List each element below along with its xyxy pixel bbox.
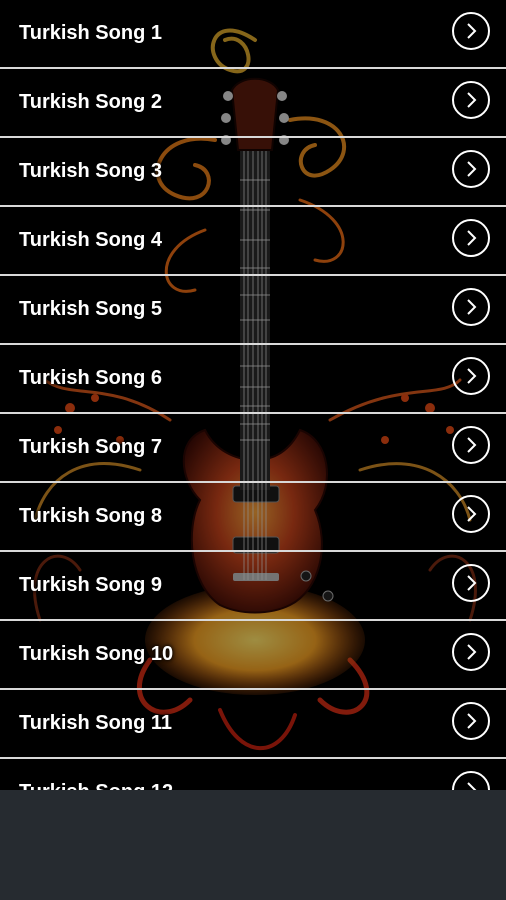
song-title: Turkish Song 6	[19, 367, 162, 389]
chevron-right-circle-icon[interactable]	[452, 771, 490, 790]
chevron-right-circle-icon[interactable]	[452, 81, 490, 119]
app-screen: Turkish Song 1 Turkish Song 2 Turkish So…	[0, 0, 506, 900]
chevron-right-circle-icon[interactable]	[452, 288, 490, 326]
song-title: Turkish Song 11	[19, 712, 172, 734]
song-title: Turkish Song 9	[19, 574, 162, 596]
list-item[interactable]: Turkish Song 7	[0, 414, 506, 483]
list-item[interactable]: Turkish Song 2	[0, 69, 506, 138]
list-item[interactable]: Turkish Song 11	[0, 690, 506, 759]
list-item[interactable]: Turkish Song 12	[0, 759, 506, 790]
song-title: Turkish Song 12	[19, 759, 173, 790]
song-title: Turkish Song 4	[19, 229, 162, 251]
chevron-right-circle-icon[interactable]	[452, 150, 490, 188]
song-title: Turkish Song 8	[19, 505, 162, 527]
chevron-right-circle-icon[interactable]	[452, 426, 490, 464]
list-item[interactable]: Turkish Song 1	[0, 0, 506, 69]
list-item[interactable]: Turkish Song 9	[0, 552, 506, 621]
song-title: Turkish Song 3	[19, 160, 162, 182]
song-title: Turkish Song 1	[19, 22, 162, 44]
list-item[interactable]: Turkish Song 4	[0, 207, 506, 276]
song-title: Turkish Song 7	[19, 436, 162, 458]
list-item[interactable]: Turkish Song 5	[0, 276, 506, 345]
chevron-right-circle-icon[interactable]	[452, 633, 490, 671]
song-title: Turkish Song 2	[19, 91, 162, 113]
bottom-bar	[0, 790, 506, 900]
song-list[interactable]: Turkish Song 1 Turkish Song 2 Turkish So…	[0, 0, 506, 790]
song-title: Turkish Song 5	[19, 298, 162, 320]
song-title: Turkish Song 10	[19, 643, 174, 665]
chevron-right-circle-icon[interactable]	[452, 12, 490, 50]
chevron-right-circle-icon[interactable]	[452, 702, 490, 740]
list-item[interactable]: Turkish Song 8	[0, 483, 506, 552]
list-item[interactable]: Turkish Song 6	[0, 345, 506, 414]
chevron-right-circle-icon[interactable]	[452, 495, 490, 533]
list-item[interactable]: Turkish Song 3	[0, 138, 506, 207]
chevron-right-circle-icon[interactable]	[452, 219, 490, 257]
list-item[interactable]: Turkish Song 10	[0, 621, 506, 690]
chevron-right-circle-icon[interactable]	[452, 564, 490, 602]
chevron-right-circle-icon[interactable]	[452, 357, 490, 395]
